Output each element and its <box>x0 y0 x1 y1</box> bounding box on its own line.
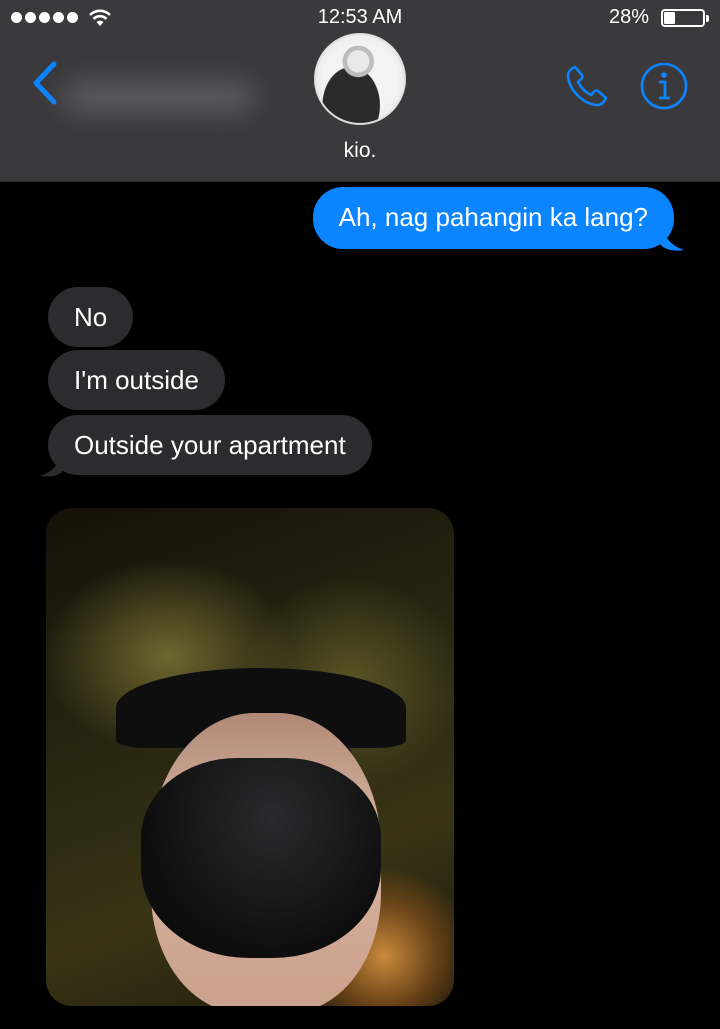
back-label-blurred[interactable] <box>64 84 254 110</box>
message-text: No <box>74 302 108 332</box>
incoming-message[interactable]: Outside your apartment <box>48 415 372 475</box>
chevron-left-icon[interactable] <box>28 58 62 108</box>
message-text: Ah, nag pahangin ka lang? <box>338 202 648 232</box>
message-text: Outside your apartment <box>74 430 346 460</box>
contact-avatar[interactable] <box>314 33 406 125</box>
message-text: I'm outside <box>74 365 199 395</box>
status-bar: 12:53 AM 28% <box>0 0 720 36</box>
incoming-message[interactable]: No <box>48 287 134 347</box>
incoming-bubble-tail <box>40 448 64 477</box>
phone-icon[interactable] <box>561 60 613 112</box>
photo-attachment[interactable] <box>46 508 454 1006</box>
battery-percentage: 28% <box>608 6 649 28</box>
battery-icon <box>661 9 709 27</box>
incoming-message[interactable]: I'm outside <box>48 350 225 410</box>
navigation-header: 12:53 AM 28% kio. <box>0 0 720 182</box>
outgoing-message[interactable]: Ah, nag pahangin ka lang? <box>312 187 674 249</box>
outgoing-bubble-tail <box>660 222 684 251</box>
info-icon[interactable] <box>638 60 690 112</box>
contact-name[interactable]: kio. <box>0 139 720 163</box>
